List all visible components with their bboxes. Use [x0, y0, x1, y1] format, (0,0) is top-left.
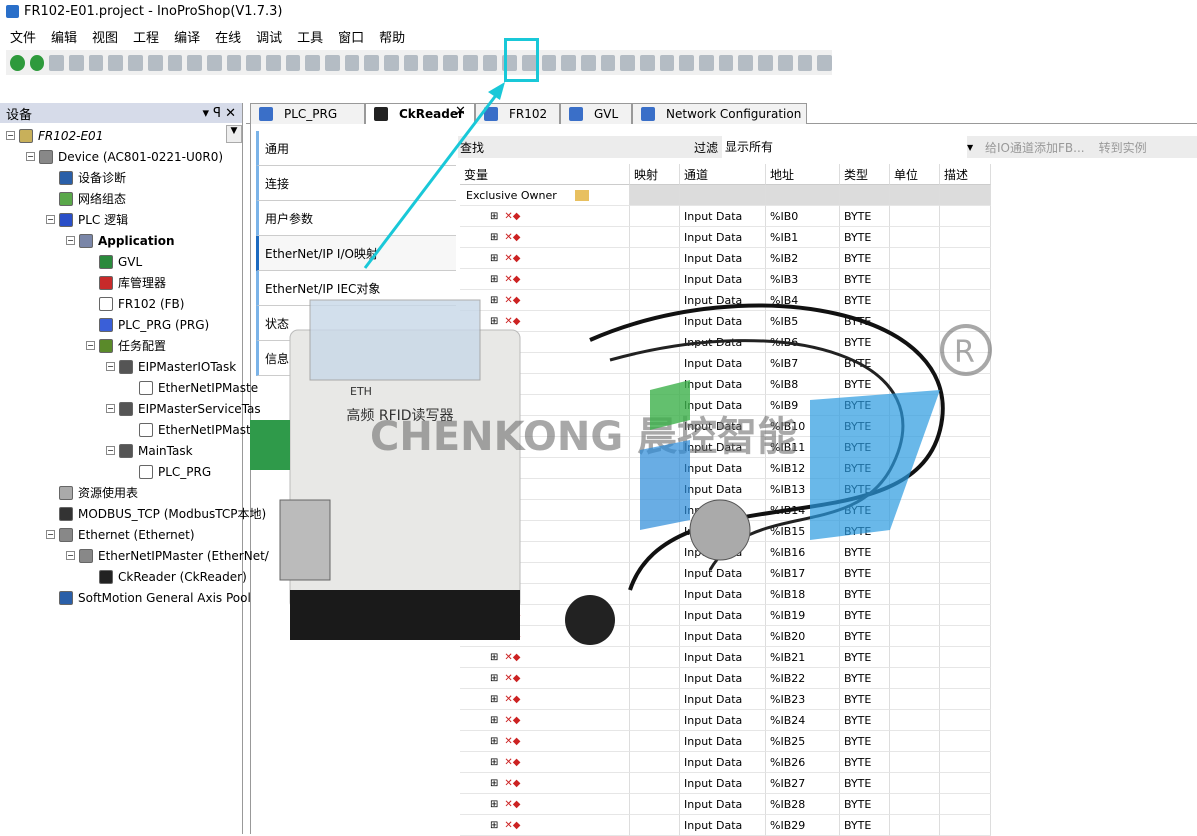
annotation-arrow [363, 82, 505, 269]
